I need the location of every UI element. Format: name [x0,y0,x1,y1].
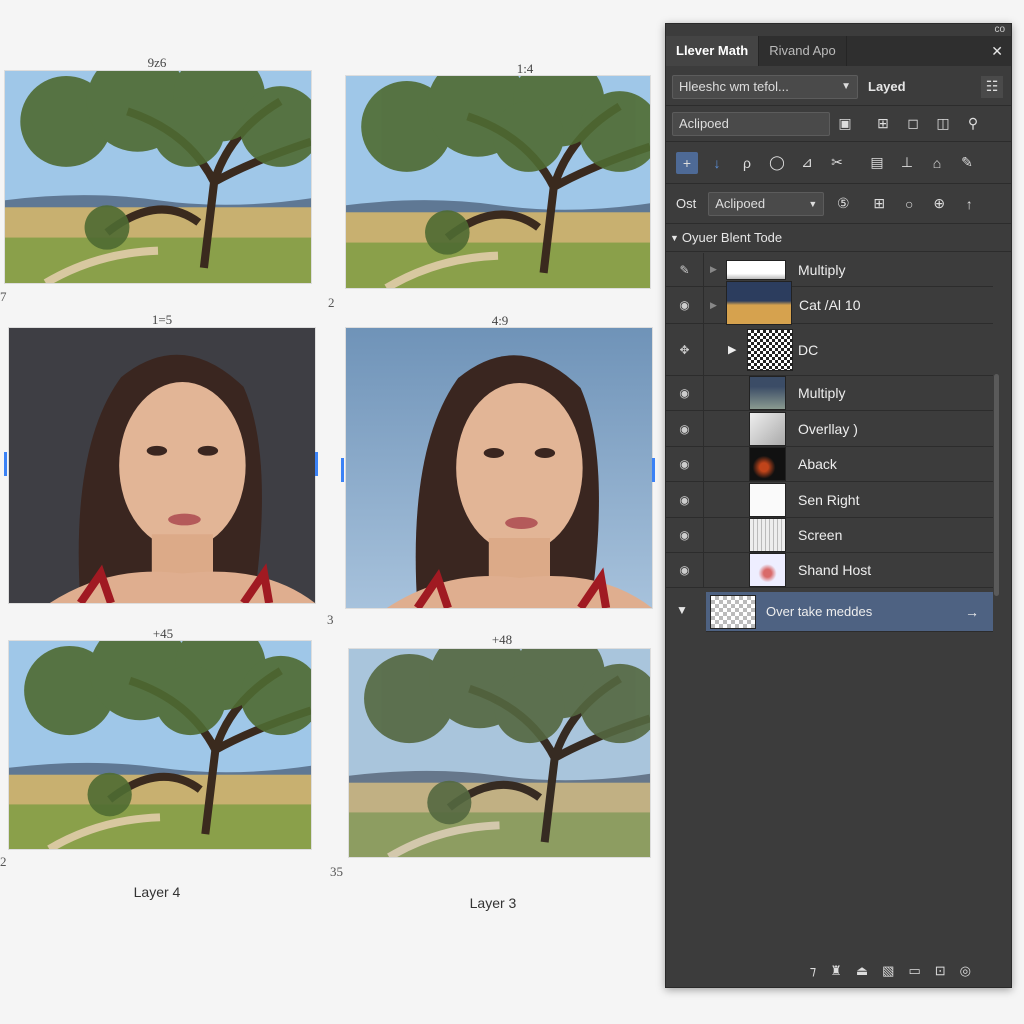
opacity-label: Ost [676,196,697,211]
link-layers-icon[interactable]: ⁊ [810,963,816,979]
selected-layer-name: Over take meddes [766,604,873,619]
blend-dropdown[interactable]: Aclipoed ▼ [708,191,825,216]
image-tree-3[interactable] [8,640,312,850]
edit-icon[interactable]: ✎ [956,152,978,174]
resize-handle[interactable] [315,452,318,476]
eye-icon[interactable]: ◉ [666,482,704,517]
stamp-icon[interactable]: ⊥ [896,152,918,174]
image-tree-1[interactable] [4,70,312,284]
eye-icon[interactable]: ◉ [666,376,704,410]
image-tree-2[interactable] [345,75,651,289]
frame-icon[interactable]: ⊞ [868,193,890,215]
circle-icon[interactable]: ○ [898,193,920,215]
expand-triangle-icon[interactable]: ▼ [676,603,688,617]
upload-icon[interactable]: ⊕ [928,193,950,215]
layers-panel: co Llever Math Rivand Apo ✕ Hleeshc wm t… [665,23,1012,988]
layer-row[interactable]: ✥ ▶ DC [666,324,993,376]
image-label: +48 [491,632,513,647]
image-tree-4[interactable] [348,648,651,858]
group-icon[interactable]: ▭ [908,963,920,979]
lasso-icon[interactable]: ρ [736,152,758,174]
layer-row[interactable]: ◉ Aback [666,447,993,482]
arrow-down-icon[interactable]: ↓ [706,152,728,174]
add-icon[interactable]: + [676,151,698,174]
image-icon[interactable]: ⊞ [872,113,894,135]
panel-icon[interactable]: ▤ [866,152,888,174]
link-icon[interactable]: ▣ [834,113,856,135]
new-layer-icon[interactable]: ⊡ [935,963,946,979]
resize-handle[interactable] [341,458,344,482]
adjustment-icon[interactable]: ▧ [882,963,894,979]
grid-menu-icon[interactable]: ☷ [981,75,1003,98]
lock-icon[interactable]: ⌂ [926,152,948,174]
panel-footer: ⁊ ♜ ⏏ ▧ ▭ ⊡ ◎ [810,963,971,979]
chevron-down-icon: ▼ [808,198,818,209]
layer-row[interactable]: ◉ ▶ Cat /Al 10 [666,281,993,325]
scrollbar[interactable] [994,374,999,596]
tab-llever-math[interactable]: Llever Math [666,36,760,66]
panel-tabs: Llever Math Rivand Apo ✕ [666,36,1011,66]
chart-icon[interactable]: ⊿ [796,152,818,174]
eye-icon[interactable]: ◉ [666,287,704,323]
eye-icon[interactable]: ◉ [666,518,704,552]
resize-handle[interactable] [4,452,7,476]
image-label: 1=5 [151,312,173,327]
eye-icon[interactable]: ◉ [666,411,704,446]
split-icon[interactable]: ◫ [932,113,954,135]
selected-layer-row[interactable]: Over take meddes → [706,592,993,632]
section-header[interactable]: ▼ Oyuer Blent Tode [666,224,1011,252]
chevron-down-icon: ▼ [841,80,851,92]
collapse-arrow-icon: ▼ [670,232,679,243]
mask-icon[interactable]: ◻ [902,113,924,135]
collapse-icon[interactable]: co [994,24,1005,35]
number-icon[interactable]: ⑤ [832,193,854,215]
image-tag: 35 [330,864,343,879]
delete-icon[interactable]: ◎ [960,963,971,979]
layer-row[interactable]: ✎ ▶ Multiply [666,253,993,287]
mode-field[interactable]: Aclipoed [672,111,830,136]
layer-row[interactable]: ◉ Screen [666,518,993,553]
eye-icon[interactable]: ◉ [666,553,704,587]
person-icon[interactable]: ⚲ [962,113,984,135]
magic-icon[interactable]: ✂ [826,152,848,174]
image-portrait-1[interactable] [8,327,316,604]
eye-icon[interactable]: ◉ [666,447,704,481]
preset-dropdown[interactable]: Hleeshc wm tefol... ▼ [672,74,858,99]
tab-rivand-apo[interactable]: Rivand Apo [759,36,847,66]
move-icon[interactable]: ✥ [666,324,704,375]
layer-row[interactable]: ◉ Multiply [666,376,993,411]
resize-handle[interactable] [652,458,655,482]
layer-row[interactable]: ◉ Sen Right [666,482,993,518]
image-tag: 2 [0,854,7,869]
image-tag: 7 [0,289,7,304]
image-tag: 2 [328,295,335,310]
layered-label: Layed [868,79,906,94]
mask-add-icon[interactable]: ⏏ [856,963,868,979]
caption-layer-4: Layer 4 [133,884,181,900]
layer-row[interactable]: ◉ Shand Host [666,553,993,588]
layer-row[interactable]: ◉ Overllay ) [666,411,993,447]
fx-icon[interactable]: ♜ [830,963,842,979]
caption-layer-3: Layer 3 [469,895,517,911]
arrow-right-icon[interactable]: → [965,604,979,620]
image-tag: 3 [327,612,334,627]
close-icon[interactable]: ✕ [991,36,1011,66]
image-portrait-2[interactable] [345,327,653,609]
image-label: 9z6 [147,55,167,70]
brush-icon[interactable]: ✎ [666,253,704,286]
chat-icon[interactable]: ◯ [766,152,788,174]
arrow-up-icon[interactable]: ↑ [958,193,980,215]
section-title: Oyuer Blent Tode [681,230,783,245]
